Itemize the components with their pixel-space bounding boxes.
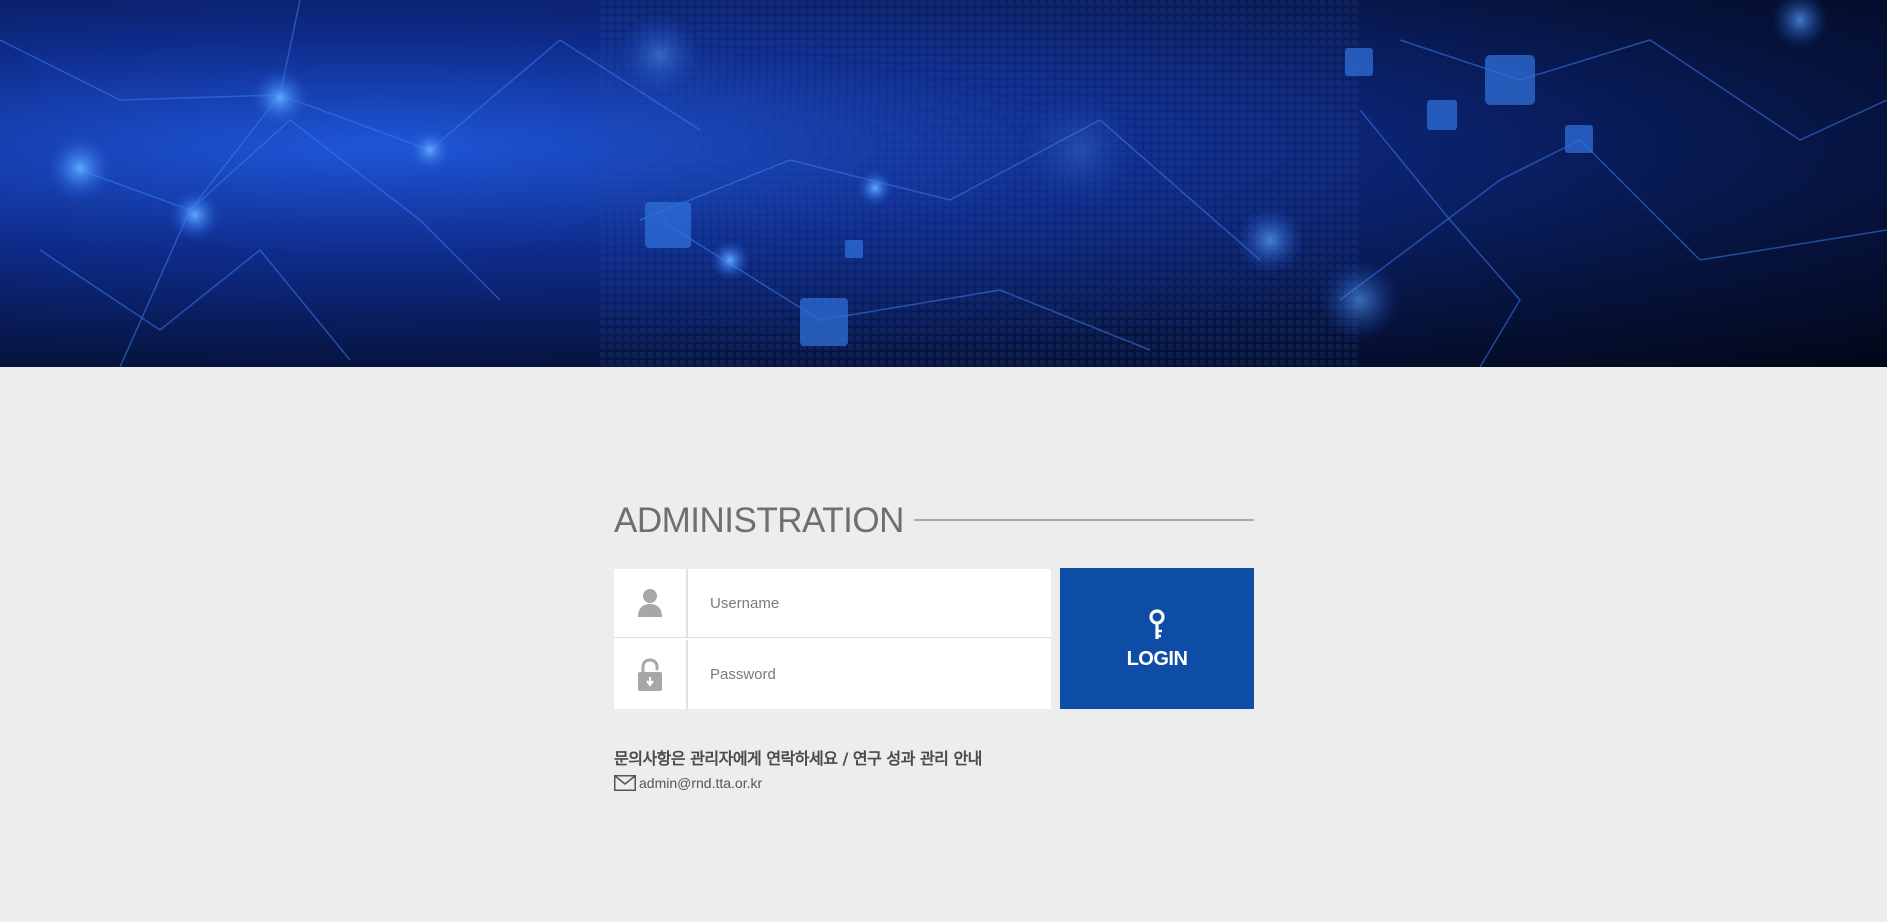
user-icon — [614, 569, 688, 637]
login-button-label: LOGIN — [1126, 647, 1188, 670]
username-row — [614, 569, 1051, 638]
password-input[interactable] — [690, 640, 1051, 709]
key-icon — [1148, 608, 1166, 644]
title-row: ADMINISTRATION — [614, 497, 1254, 547]
network-background-image — [0, 0, 1887, 367]
password-row — [614, 640, 1051, 709]
title-divider — [914, 519, 1254, 521]
login-panel: ADMINISTRATION Username LOGIN 문의사항은 관리자에… — [614, 497, 1254, 791]
lock-icon — [614, 640, 688, 709]
credential-fields — [614, 569, 1051, 709]
login-button[interactable]: LOGIN — [1060, 568, 1254, 709]
envelope-icon — [614, 775, 636, 791]
contact-row: admin@rnd.tta.or.kr — [614, 775, 1254, 791]
login-form: LOGIN — [614, 568, 1254, 709]
hero-banner — [0, 0, 1887, 367]
username-input[interactable] — [690, 569, 1051, 637]
page-title: ADMINISTRATION — [614, 501, 904, 540]
contact-notice: 문의사항은 관리자에게 연락하세요 / 연구 성과 관리 안내 — [614, 749, 982, 768]
admin-email-link[interactable]: admin@rnd.tta.or.kr — [639, 775, 762, 791]
